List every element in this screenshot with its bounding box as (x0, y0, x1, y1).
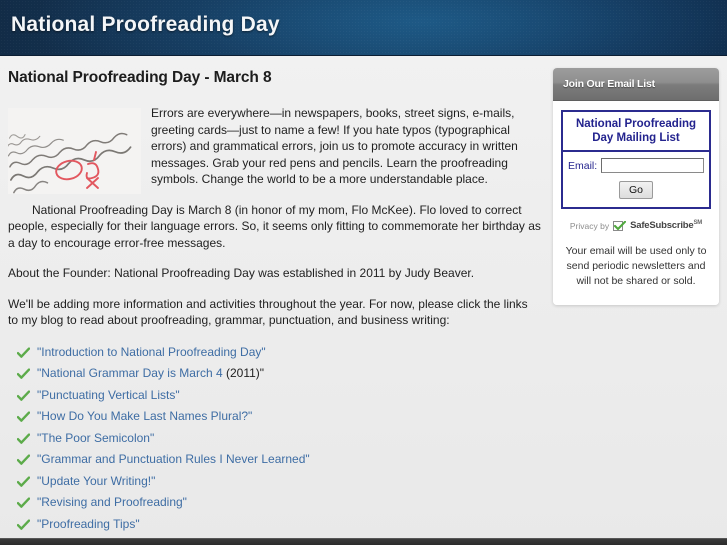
main-column: National Proofreading Day - March 8 Erro… (8, 69, 541, 538)
list-item: "National Grammar Day is March 4 (2011)" (8, 366, 541, 381)
checkmark-icon (17, 389, 30, 401)
checkmark-icon (17, 497, 30, 508)
go-button[interactable]: Go (618, 181, 653, 199)
proofread-manuscript-image (8, 108, 141, 194)
privacy-note: Your email will be used only to send per… (565, 245, 707, 288)
paragraph-origin: National Proofreading Day is March 8 (in… (8, 202, 541, 250)
checkmark-icon (17, 432, 30, 444)
list-item: "Introduction to National Proofreading D… (8, 345, 541, 360)
safesubscribe-brand-text: SafeSubscribe (630, 220, 694, 232)
blog-link[interactable]: "Grammar and Punctuation Rules I Never L… (37, 452, 310, 466)
list-item: "Update Your Writing!" (8, 474, 541, 489)
blog-link-list: "Introduction to National Proofreading D… (8, 345, 541, 532)
page-background: National Proofreading Day National Proof… (0, 0, 727, 545)
checkmark-icon (17, 368, 30, 379)
mailing-list-form-fields: Email: Go (563, 152, 709, 207)
blog-link[interactable]: "Introduction to National Proofreading D… (37, 345, 266, 359)
email-field-row: Email: (568, 158, 704, 173)
checkmark-icon (17, 475, 30, 487)
paragraph-founder: About the Founder: National Proofreading… (8, 266, 475, 280)
blog-link[interactable]: "Update Your Writing!" (37, 474, 155, 488)
list-item: "Grammar and Punctuation Rules I Never L… (8, 452, 541, 467)
site-header: National Proofreading Day (0, 0, 727, 56)
list-item: "How Do You Make Last Names Plural?" (8, 409, 541, 424)
submit-row: Go (568, 180, 704, 199)
mailing-list-form-title: National Proofreading Day Mailing List (563, 112, 709, 152)
blog-link[interactable]: "National Grammar Day is March 4 (37, 366, 223, 380)
sidebar-email-widget: Join Our Email List National Proofreadin… (553, 68, 719, 306)
site-title: National Proofreading Day (11, 13, 280, 36)
page-title: National Proofreading Day - March 8 (8, 69, 272, 86)
blog-link-suffix: (2011)" (222, 366, 265, 380)
mailing-list-form: National Proofreading Day Mailing List E… (561, 110, 711, 209)
blog-link[interactable]: "The Poor Semicolon" (37, 431, 154, 445)
paragraph-blog-intro: We'll be adding more information and act… (8, 296, 528, 328)
checkmark-icon (17, 346, 30, 358)
safesubscribe-check-icon (613, 220, 627, 231)
list-item: "The Poor Semicolon" (8, 431, 541, 446)
content-region: National Proofreading Day - March 8 Erro… (0, 57, 727, 538)
privacy-row: Privacy by SafeSubscribeSM (561, 220, 711, 231)
checkmark-icon (17, 518, 30, 530)
list-item: "Proofreading Tips" (8, 517, 541, 532)
safesubscribe-superscript: SM (693, 220, 703, 226)
sidebar-header-title: Join Our Email List (563, 78, 655, 90)
list-item: "Punctuating Vertical Lists" (8, 388, 541, 403)
blog-link[interactable]: "How Do You Make Last Names Plural?" (37, 409, 252, 423)
safesubscribe-brand: SafeSubscribeSM (630, 220, 702, 231)
intro-block: Errors are everywhere—in newspapers, boo… (8, 105, 541, 265)
manuscript-graphic (8, 108, 141, 194)
privacy-by-label: Privacy by (569, 220, 610, 231)
blog-link[interactable]: "Revising and Proofreading" (37, 495, 187, 509)
list-item: "Revising and Proofreading" (8, 495, 541, 510)
sidebar-header: Join Our Email List (553, 68, 719, 101)
footer-bar (0, 538, 727, 545)
blog-link[interactable]: "Proofreading Tips" (37, 517, 140, 531)
sidebar-body: National Proofreading Day Mailing List E… (553, 101, 719, 306)
checkmark-icon (17, 454, 30, 465)
blog-link[interactable]: "Punctuating Vertical Lists" (37, 388, 180, 402)
email-input[interactable] (601, 158, 704, 173)
checkmark-icon (17, 411, 30, 422)
email-label: Email: (568, 159, 598, 172)
